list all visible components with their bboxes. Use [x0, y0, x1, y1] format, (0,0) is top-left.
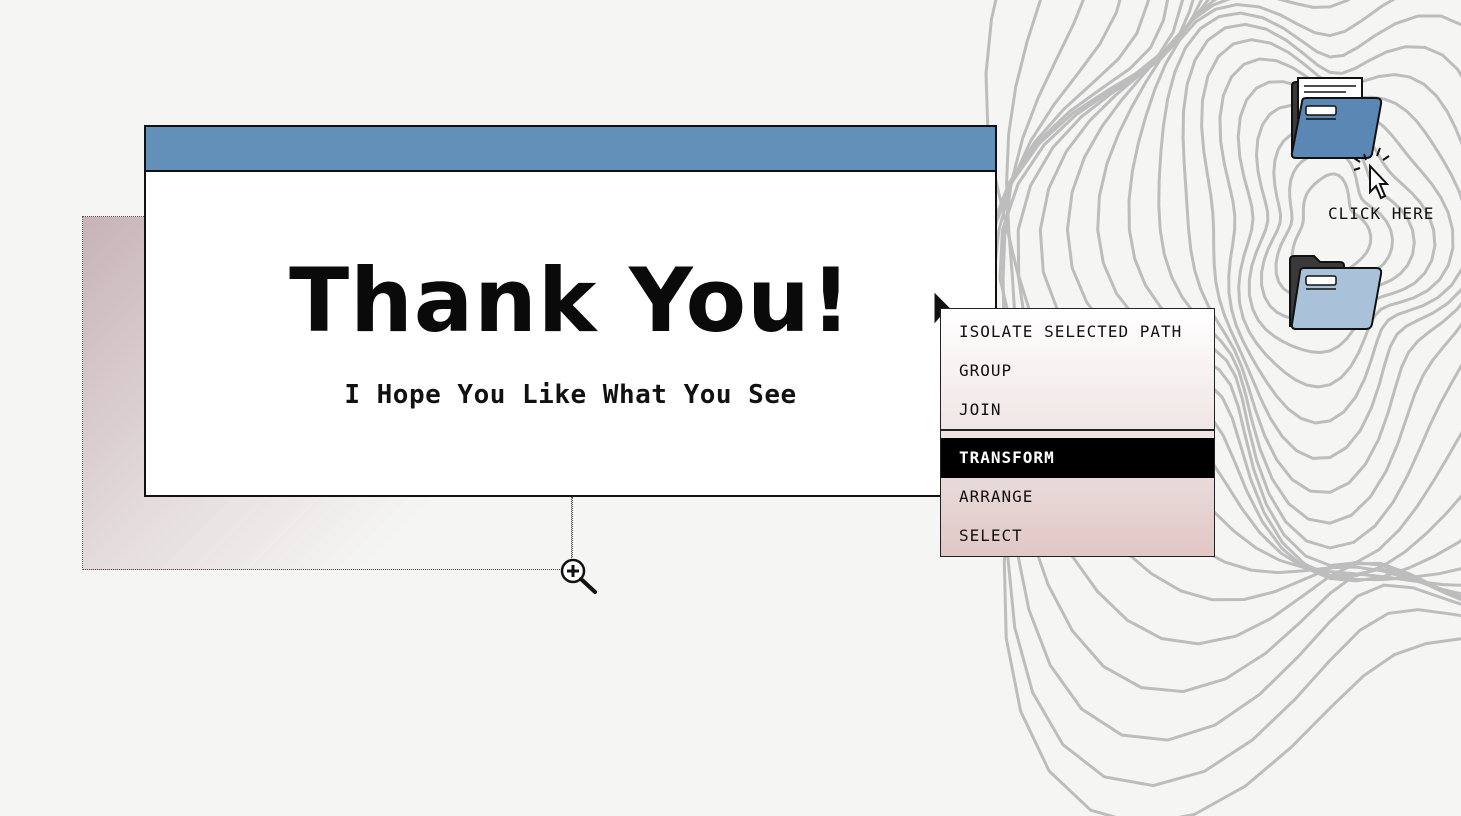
- menu-item-label: TRANSFORM: [959, 448, 1055, 467]
- zoom-in-icon[interactable]: [559, 557, 599, 597]
- menu-item-arrange[interactable]: ARRANGE: [941, 478, 1214, 516]
- menu-item-join[interactable]: JOIN: [941, 391, 1214, 429]
- folder-icon[interactable]: [1286, 254, 1386, 334]
- menu-divider: [941, 429, 1214, 431]
- menu-item-group[interactable]: GROUP: [941, 352, 1214, 390]
- subtitle: I Hope You Like What You See: [344, 380, 797, 410]
- slide-window: Thank You! I Hope You Like What You See: [144, 125, 997, 497]
- menu-item-isolate-selected-path[interactable]: ISOLATE SELECTED PATH: [941, 313, 1214, 351]
- page-title: Thank You!: [289, 249, 852, 352]
- menu-item-select[interactable]: SELECT: [941, 517, 1214, 555]
- menu-item-label: JOIN: [959, 400, 1002, 419]
- menu-item-label: ARRANGE: [959, 487, 1034, 506]
- menu-item-label: GROUP: [959, 361, 1013, 380]
- menu-item-label: ISOLATE SELECTED PATH: [959, 322, 1183, 341]
- context-menu: ISOLATE SELECTED PATH GROUP JOIN TRANSFO…: [940, 308, 1215, 557]
- menu-item-label: SELECT: [959, 526, 1023, 545]
- selection-guide-line: [572, 497, 573, 557]
- menu-item-transform[interactable]: TRANSFORM: [941, 438, 1214, 478]
- window-titlebar[interactable]: [146, 127, 995, 172]
- open-folder-with-document-icon[interactable]: [1286, 76, 1396, 206]
- click-here-label: CLICK HERE: [1328, 204, 1435, 223]
